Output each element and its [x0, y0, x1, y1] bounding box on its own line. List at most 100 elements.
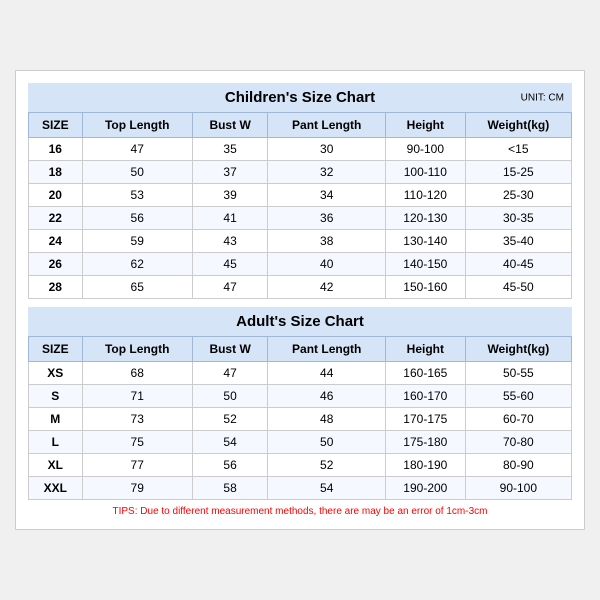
table-cell: 26 — [29, 253, 83, 276]
table-cell: 55-60 — [465, 385, 571, 408]
table-cell: 100-110 — [386, 161, 466, 184]
children-col-top-length: Top Length — [82, 113, 192, 138]
table-cell: 52 — [192, 408, 268, 431]
table-cell: XL — [29, 454, 83, 477]
table-cell: 41 — [192, 207, 268, 230]
table-cell: 50-55 — [465, 362, 571, 385]
table-cell: 54 — [268, 477, 386, 500]
adults-table: SIZE Top Length Bust W Pant Length Heigh… — [28, 336, 572, 500]
table-cell: 30-35 — [465, 207, 571, 230]
table-cell: 150-160 — [386, 276, 466, 299]
table-cell: 24 — [29, 230, 83, 253]
table-cell: 54 — [192, 431, 268, 454]
children-col-pant-length: Pant Length — [268, 113, 386, 138]
table-cell: 77 — [82, 454, 192, 477]
adults-col-height: Height — [386, 337, 466, 362]
table-cell: 160-165 — [386, 362, 466, 385]
table-cell: 47 — [192, 362, 268, 385]
table-cell: 22 — [29, 207, 83, 230]
table-cell: 50 — [268, 431, 386, 454]
table-row: 20533934110-12025-30 — [29, 184, 572, 207]
table-row: XL775652180-19080-90 — [29, 454, 572, 477]
table-cell: 68 — [82, 362, 192, 385]
table-cell: 39 — [192, 184, 268, 207]
table-cell: 47 — [192, 276, 268, 299]
children-header-row: SIZE Top Length Bust W Pant Length Heigh… — [29, 113, 572, 138]
table-cell: 42 — [268, 276, 386, 299]
table-cell: 46 — [268, 385, 386, 408]
table-cell: 190-200 — [386, 477, 466, 500]
table-row: S715046160-17055-60 — [29, 385, 572, 408]
table-cell: 71 — [82, 385, 192, 408]
table-cell: 45-50 — [465, 276, 571, 299]
adults-col-bust-w: Bust W — [192, 337, 268, 362]
table-cell: 30 — [268, 138, 386, 161]
table-cell: 90-100 — [386, 138, 466, 161]
table-cell: 90-100 — [465, 477, 571, 500]
table-cell: 28 — [29, 276, 83, 299]
table-cell: 34 — [268, 184, 386, 207]
table-cell: 110-120 — [386, 184, 466, 207]
chart-wrapper: Children's Size Chart UNIT: CM SIZE Top … — [15, 70, 585, 530]
table-cell: 45 — [192, 253, 268, 276]
table-cell: 40-45 — [465, 253, 571, 276]
table-cell: 73 — [82, 408, 192, 431]
table-cell: 160-170 — [386, 385, 466, 408]
table-cell: 32 — [268, 161, 386, 184]
table-cell: XS — [29, 362, 83, 385]
table-cell: 40 — [268, 253, 386, 276]
table-cell: M — [29, 408, 83, 431]
table-cell: 60-70 — [465, 408, 571, 431]
table-row: 1647353090-100<15 — [29, 138, 572, 161]
table-cell: 65 — [82, 276, 192, 299]
adults-header-row: SIZE Top Length Bust W Pant Length Heigh… — [29, 337, 572, 362]
adults-col-pant-length: Pant Length — [268, 337, 386, 362]
table-cell: 75 — [82, 431, 192, 454]
table-cell: 58 — [192, 477, 268, 500]
table-row: M735248170-17560-70 — [29, 408, 572, 431]
table-cell: 36 — [268, 207, 386, 230]
children-col-height: Height — [386, 113, 466, 138]
table-cell: 175-180 — [386, 431, 466, 454]
table-row: L755450175-18070-80 — [29, 431, 572, 454]
table-row: 22564136120-13030-35 — [29, 207, 572, 230]
tips-text: TIPS: Due to different measurement metho… — [28, 506, 572, 517]
table-cell: 140-150 — [386, 253, 466, 276]
table-cell: S — [29, 385, 83, 408]
children-col-weight: Weight(kg) — [465, 113, 571, 138]
table-cell: 180-190 — [386, 454, 466, 477]
table-cell: 15-25 — [465, 161, 571, 184]
table-row: XS684744160-16550-55 — [29, 362, 572, 385]
table-cell: 80-90 — [465, 454, 571, 477]
table-cell: 50 — [192, 385, 268, 408]
table-cell: 48 — [268, 408, 386, 431]
table-cell: XXL — [29, 477, 83, 500]
children-title: Children's Size Chart — [225, 89, 375, 106]
table-cell: 16 — [29, 138, 83, 161]
table-cell: 56 — [82, 207, 192, 230]
adults-col-weight: Weight(kg) — [465, 337, 571, 362]
table-row: XXL795854190-20090-100 — [29, 477, 572, 500]
table-cell: 59 — [82, 230, 192, 253]
table-cell: 18 — [29, 161, 83, 184]
adults-col-size: SIZE — [29, 337, 83, 362]
table-row: 28654742150-16045-50 — [29, 276, 572, 299]
table-cell: 130-140 — [386, 230, 466, 253]
adults-section-title: Adult's Size Chart — [28, 307, 572, 336]
unit-label: UNIT: CM — [521, 92, 564, 103]
table-row: 18503732100-11015-25 — [29, 161, 572, 184]
children-col-bust-w: Bust W — [192, 113, 268, 138]
table-cell: 52 — [268, 454, 386, 477]
table-cell: 35-40 — [465, 230, 571, 253]
table-cell: 35 — [192, 138, 268, 161]
table-row: 26624540140-15040-45 — [29, 253, 572, 276]
table-cell: 25-30 — [465, 184, 571, 207]
table-cell: <15 — [465, 138, 571, 161]
table-cell: L — [29, 431, 83, 454]
children-table: SIZE Top Length Bust W Pant Length Heigh… — [28, 112, 572, 299]
table-cell: 37 — [192, 161, 268, 184]
children-col-size: SIZE — [29, 113, 83, 138]
table-cell: 20 — [29, 184, 83, 207]
table-cell: 120-130 — [386, 207, 466, 230]
adults-col-top-length: Top Length — [82, 337, 192, 362]
